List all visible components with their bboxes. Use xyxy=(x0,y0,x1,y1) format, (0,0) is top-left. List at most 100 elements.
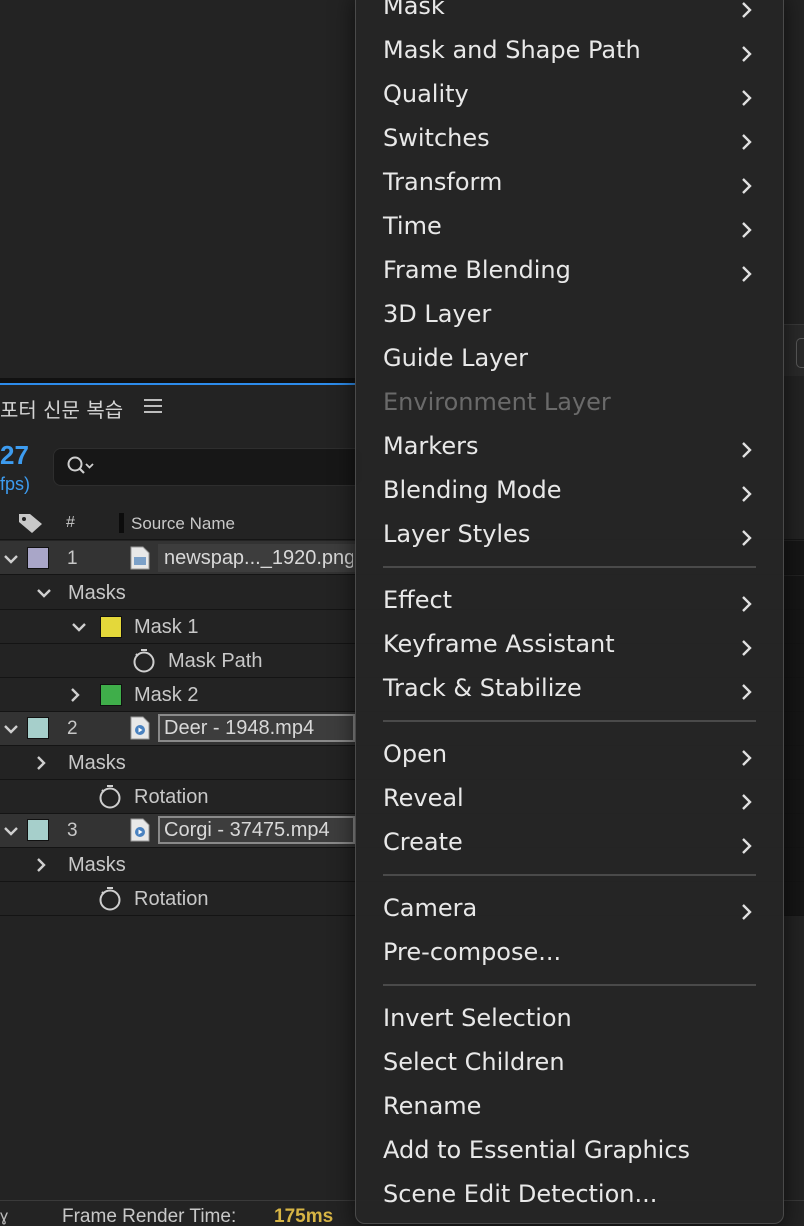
panel-menu-icon[interactable] xyxy=(144,399,162,413)
stopwatch-icon[interactable] xyxy=(98,886,122,912)
menu-item-label: Scene Edit Detection... xyxy=(383,1180,658,1208)
menu-item-label: Mask xyxy=(383,0,445,20)
status-bar-icon[interactable]: ɣ xyxy=(0,1208,8,1226)
layer-name[interactable]: newspap..._1920.png xyxy=(158,544,355,572)
submenu-arrow-icon xyxy=(740,86,754,106)
submenu-arrow-icon xyxy=(740,262,754,282)
video-file-icon xyxy=(130,716,150,740)
menu-item-rename[interactable]: Rename xyxy=(383,1092,763,1128)
menu-item-label: Quality xyxy=(383,80,469,108)
menu-item-select-children[interactable]: Select Children xyxy=(383,1048,763,1084)
menu-separator xyxy=(383,874,756,876)
chevron-down-icon[interactable] xyxy=(3,721,19,737)
stopwatch-icon[interactable] xyxy=(132,648,156,674)
menu-item-label: Markers xyxy=(383,432,479,460)
chevron-down-icon[interactable] xyxy=(71,619,87,635)
menu-item-frame-blending[interactable]: Frame Blending xyxy=(383,256,763,292)
property-group-label: Masks xyxy=(68,752,126,774)
layer-name[interactable]: Corgi - 37475.mp4 xyxy=(158,816,355,844)
active-panel-indicator xyxy=(0,383,355,385)
chevron-down-icon[interactable] xyxy=(36,585,52,601)
menu-item-label: Camera xyxy=(383,894,478,922)
menu-item-label: Layer Styles xyxy=(383,520,531,548)
mask-label[interactable]: Mask 2 xyxy=(134,684,198,707)
menu-item-guide-layer[interactable]: Guide Layer xyxy=(383,344,763,380)
menu-item-switches[interactable]: Switches xyxy=(383,124,763,160)
submenu-arrow-icon xyxy=(740,900,754,920)
menu-item-label: Pre-compose... xyxy=(383,938,562,966)
menu-item-label: Reveal xyxy=(383,784,464,812)
menu-item-label: Guide Layer xyxy=(383,344,529,372)
menu-item-blending-mode[interactable]: Blending Mode xyxy=(383,476,763,512)
submenu-arrow-icon xyxy=(740,680,754,700)
chevron-right-icon[interactable] xyxy=(33,857,49,873)
frame-render-time-label: Frame Render Time: xyxy=(62,1206,237,1226)
menu-item-mask-and-shape-path[interactable]: Mask and Shape Path xyxy=(383,36,763,72)
menu-item-layer-styles[interactable]: Layer Styles xyxy=(383,520,763,556)
menu-item-label: Track & Stabilize xyxy=(383,674,582,702)
submenu-arrow-icon xyxy=(740,790,754,810)
menu-item-label: Frame Blending xyxy=(383,256,571,284)
mask-color-swatch[interactable] xyxy=(100,684,122,706)
submenu-arrow-icon xyxy=(740,438,754,458)
search-input[interactable] xyxy=(100,455,350,477)
menu-item-label: Transform xyxy=(383,168,503,196)
menu-separator xyxy=(383,720,756,722)
panel-title[interactable]: 포터 신문 복습 xyxy=(0,394,123,423)
menu-item-pre-compose[interactable]: Pre-compose... xyxy=(383,938,763,974)
menu-item-open[interactable]: Open xyxy=(383,740,763,776)
label-color-swatch[interactable] xyxy=(27,717,49,739)
label-color-swatch[interactable] xyxy=(27,819,49,841)
video-file-icon xyxy=(130,818,150,842)
column-number[interactable]: # xyxy=(66,514,75,532)
menu-item-markers[interactable]: Markers xyxy=(383,432,763,468)
frame-render-time-value: 175ms xyxy=(274,1206,334,1226)
chevron-down-icon[interactable] xyxy=(3,551,19,567)
submenu-arrow-icon xyxy=(740,746,754,766)
menu-item-create[interactable]: Create xyxy=(383,828,763,864)
menu-separator xyxy=(383,984,756,986)
menu-item-label: 3D Layer xyxy=(383,300,492,328)
menu-item-transform[interactable]: Transform xyxy=(383,168,763,204)
menu-item-track-stabilize[interactable]: Track & Stabilize xyxy=(383,674,763,710)
stopwatch-icon[interactable] xyxy=(98,784,122,810)
menu-item-quality[interactable]: Quality xyxy=(383,80,763,116)
menu-item-label: Switches xyxy=(383,124,490,152)
chevron-down-icon[interactable] xyxy=(3,823,19,839)
menu-item-camera[interactable]: Camera xyxy=(383,894,763,930)
fps-display: fps) xyxy=(0,474,31,494)
column-source-name[interactable]: Source Name xyxy=(131,514,235,534)
mask-label[interactable]: Mask 1 xyxy=(134,616,198,639)
menu-item-label: Select Children xyxy=(383,1048,565,1076)
menu-item-3d-layer[interactable]: 3D Layer xyxy=(383,300,763,336)
menu-item-label: Effect xyxy=(383,586,453,614)
submenu-arrow-icon xyxy=(740,592,754,612)
chevron-right-icon[interactable] xyxy=(67,687,83,703)
submenu-arrow-icon xyxy=(740,42,754,62)
submenu-arrow-icon xyxy=(740,636,754,656)
menu-item-environment-layer: Environment Layer xyxy=(383,388,763,424)
menu-item-scene-edit-detection[interactable]: Scene Edit Detection... xyxy=(383,1180,763,1216)
menu-item-label: Add to Essential Graphics xyxy=(383,1136,691,1164)
menu-item-reveal[interactable]: Reveal xyxy=(383,784,763,820)
submenu-arrow-icon xyxy=(740,526,754,546)
menu-item-invert-selection[interactable]: Invert Selection xyxy=(383,1004,763,1040)
chevron-right-icon[interactable] xyxy=(33,755,49,771)
label-color-swatch[interactable] xyxy=(27,547,49,569)
menu-item-time[interactable]: Time xyxy=(383,212,763,248)
property-group-label: Masks xyxy=(68,582,126,604)
menu-item-mask[interactable]: Mask xyxy=(383,0,763,28)
label-tag-icon[interactable] xyxy=(17,512,45,534)
menu-item-effect[interactable]: Effect xyxy=(383,586,763,622)
search-icon[interactable] xyxy=(66,455,96,477)
menu-item-keyframe-assistant[interactable]: Keyframe Assistant xyxy=(383,630,763,666)
menu-item-label: Keyframe Assistant xyxy=(383,630,615,658)
layer-name[interactable]: Deer - 1948.mp4 xyxy=(158,714,355,742)
mask-color-swatch[interactable] xyxy=(100,616,122,638)
column-separator[interactable] xyxy=(119,513,124,533)
viewer-toolbar-button[interactable] xyxy=(796,338,804,368)
current-time-display[interactable]: 27 xyxy=(0,440,29,471)
menu-item-label: Time xyxy=(383,212,442,240)
property-label: Rotation xyxy=(134,888,209,910)
menu-item-add-to-essential-graphics[interactable]: Add to Essential Graphics xyxy=(383,1136,763,1172)
